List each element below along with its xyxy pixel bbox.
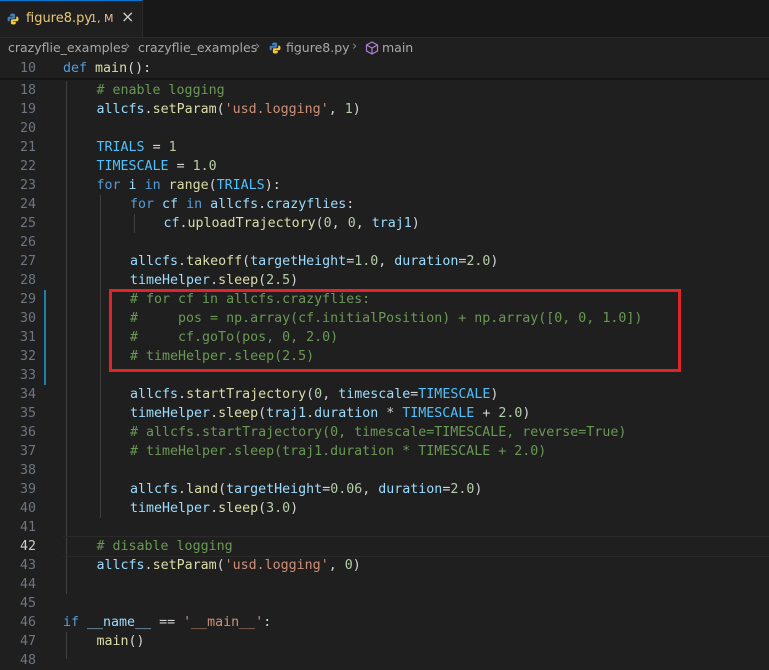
code-line[interactable]: timeHelper.sleep(traj1.duration * TIMESC…: [130, 404, 530, 423]
line-number: 46: [19, 615, 36, 630]
line-number: 10: [19, 61, 36, 76]
code-line[interactable]: for i in range(TRIALS):: [97, 176, 281, 195]
tab-bar: figure8.py 1, M ×: [0, 0, 769, 38]
line-number: 20: [19, 121, 36, 136]
tab-status-badge: 1, M: [90, 12, 114, 25]
code-line[interactable]: for cf in allcfs.crazyflies:: [130, 195, 354, 214]
line-number: 47: [19, 634, 36, 649]
line-number: 44: [19, 577, 36, 592]
code-line[interactable]: def main():: [63, 59, 151, 78]
code-line[interactable]: TRIALS = 1: [97, 138, 177, 157]
tab-title: figure8.py: [26, 11, 93, 26]
code-line[interactable]: timeHelper.sleep(2.5): [130, 271, 298, 290]
code-line[interactable]: allcfs.startTrajectory(0, timescale=TIME…: [130, 385, 498, 404]
line-number: 21: [19, 140, 36, 155]
tab-figure8[interactable]: figure8.py 1, M ×: [0, 0, 143, 37]
line-number: 40: [19, 501, 36, 516]
line-number: 30: [19, 311, 36, 326]
line-number: 33: [19, 368, 36, 383]
code-line[interactable]: cf.uploadTrajectory(0, 0, traj1): [164, 214, 420, 233]
indent-guide: [134, 214, 135, 233]
line-number: 25: [19, 216, 36, 231]
line-number: 35: [19, 406, 36, 421]
line-number: 36: [19, 425, 36, 440]
line-number: 18: [19, 83, 36, 98]
close-icon[interactable]: ×: [121, 9, 134, 25]
indent-guide: [100, 195, 101, 518]
line-number: 43: [19, 558, 36, 573]
line-number: 24: [19, 197, 36, 212]
line-number: 41: [19, 520, 36, 535]
breadcrumb: crazyflie_examples › crazyflie_examples …: [0, 37, 769, 59]
chevron-right-icon: ›: [125, 39, 131, 54]
breadcrumb-item-file[interactable]: figure8.py: [286, 40, 350, 55]
line-number: 39: [19, 482, 36, 497]
code-line[interactable]: allcfs.setParam('usd.logging', 0): [97, 556, 361, 575]
line-number-active: 42: [19, 539, 36, 554]
line-number: 31: [19, 330, 36, 345]
cube-icon: [365, 41, 379, 55]
indent-guide: [66, 81, 67, 594]
code-line[interactable]: allcfs.land(targetHeight=0.06, duration=…: [130, 480, 482, 499]
chevron-right-icon: ›: [255, 39, 261, 54]
indent-guide: [66, 632, 67, 659]
highlight-box: [109, 289, 681, 372]
line-number: 37: [19, 444, 36, 459]
chevron-right-icon: ›: [352, 39, 358, 54]
breadcrumb-item-subfolder[interactable]: crazyflie_examples: [138, 40, 257, 55]
code-line[interactable]: # timeHelper.sleep(traj1.duration * TIME…: [130, 442, 546, 461]
breadcrumb-item-symbol[interactable]: main: [382, 40, 413, 55]
code-line[interactable]: main(): [97, 632, 145, 651]
line-number: 48: [19, 653, 36, 668]
line-number: 32: [19, 349, 36, 364]
line-number: 19: [19, 102, 36, 117]
line-number: 27: [19, 254, 36, 269]
python-icon: [269, 42, 281, 54]
code-line[interactable]: timeHelper.sleep(3.0): [130, 499, 298, 518]
code-line[interactable]: TIMESCALE = 1.0: [97, 157, 217, 176]
line-number: 28: [19, 273, 36, 288]
line-number: 45: [19, 596, 36, 611]
line-number: 26: [19, 235, 36, 250]
git-modified-indicator[interactable]: [44, 290, 46, 385]
line-number: 38: [19, 463, 36, 478]
code-editor[interactable]: 10 18 19 20 21 22 23 24 25 26 27 28 29 3…: [0, 59, 769, 668]
line-number: 23: [19, 178, 36, 193]
line-number: 22: [19, 159, 36, 174]
line-number: 29: [19, 292, 36, 307]
code-line[interactable]: allcfs.takeoff(targetHeight=1.0, duratio…: [130, 252, 498, 271]
breadcrumb-item-folder[interactable]: crazyflie_examples: [8, 40, 127, 55]
code-line[interactable]: # disable logging: [97, 537, 233, 556]
code-line[interactable]: if __name__ == '__main__':: [63, 613, 271, 632]
code-line[interactable]: # enable logging: [97, 81, 225, 100]
code-line[interactable]: allcfs.setParam('usd.logging', 1): [97, 100, 361, 119]
sticky-scroll-divider: [0, 78, 769, 80]
python-icon: [7, 13, 19, 25]
line-number: 34: [19, 387, 36, 402]
code-line[interactable]: # allcfs.startTrajectory(0, timescale=TI…: [130, 423, 626, 442]
